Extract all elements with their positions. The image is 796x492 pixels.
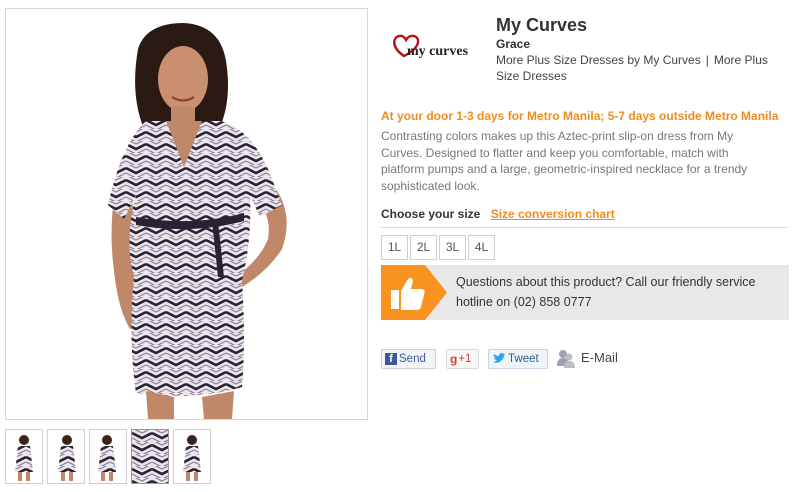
facebook-send-label: Send [399,353,426,365]
delivery-info: At your door 1-3 days for Metro Manila; … [381,109,779,123]
size-option-3l[interactable]: 3L [439,235,466,260]
size-chart-link[interactable]: Size conversion chart [491,207,615,221]
thumbnail-4-fabric-closeup[interactable] [131,429,169,484]
google-plus-label: +1 [458,353,472,365]
thumbnail-3[interactable] [89,429,127,484]
service-hotline-banner: Questions about this product? Call our f… [381,265,789,320]
product-description: Contrasting colors makes up this Aztec-p… [381,129,748,193]
twitter-bird-icon [493,353,506,363]
product-name: Grace [496,37,531,51]
more-by-brand-link[interactable]: More Plus Size Dresses by My Curves [496,53,701,67]
thumbnail-1[interactable] [5,429,43,484]
thumbnail-2[interactable] [47,429,85,484]
email-label: E-Mail [581,350,618,365]
google-icon: g [450,352,458,366]
size-options: 1L 2L 3L 4L [381,235,497,260]
facebook-send-button[interactable]: f Send [381,349,436,369]
size-label: Choose your size [381,207,481,221]
brand-logo[interactable]: my curves [390,30,476,64]
tweet-button[interactable]: Tweet [488,349,548,369]
model-photo [108,23,287,419]
facebook-icon: f [385,353,397,365]
product-title: My Curves [496,15,588,35]
related-links: More Plus Size Dresses by My Curves | More… [496,52,786,84]
google-plus-button[interactable]: g+1 [446,349,479,369]
link-separator: | [705,53,709,67]
brand-logo-text: my curves [407,44,469,59]
main-product-image[interactable] [5,8,368,420]
service-tab [381,265,447,320]
people-icon [557,350,575,368]
heart-logo-icon: my curves [393,34,469,59]
size-header: Choose your size Size conversion chart [381,207,615,221]
thumbnail-5[interactable] [173,429,211,484]
size-option-2l[interactable]: 2L [410,235,437,260]
divider [381,227,788,228]
tweet-label: Tweet [508,353,539,365]
email-share-button[interactable]: E-Mail [557,350,618,369]
thumbs-up-icon [391,277,425,310]
size-option-1l[interactable]: 1L [381,235,408,260]
size-option-4l[interactable]: 4L [468,235,495,260]
service-text: Questions about this product? Call our f… [456,275,756,309]
